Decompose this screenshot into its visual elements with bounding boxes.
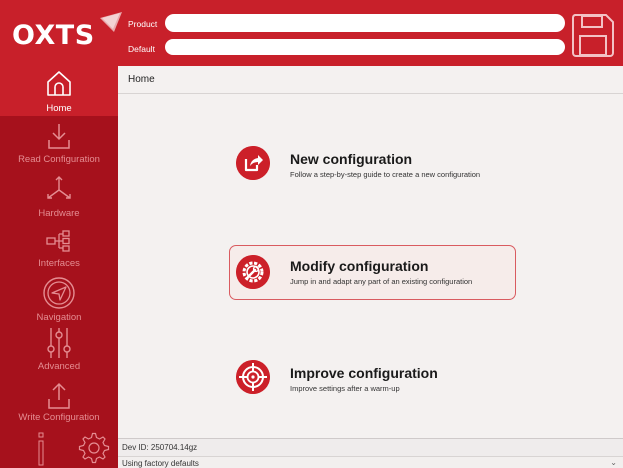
sidebar-item-label: Read Configuration — [18, 154, 100, 165]
modify-configuration-option[interactable]: Modify configuration Jump in and adapt a… — [229, 245, 516, 300]
home-icon — [47, 71, 71, 96]
sidebar-item-read-configuration[interactable]: Read Configuration — [0, 118, 118, 168]
default-input[interactable] — [165, 39, 565, 55]
sliders-icon — [47, 328, 71, 358]
defaults-dropdown[interactable]: Using factory defaults ⌄ — [118, 456, 623, 468]
oxts-logo: OXTS — [12, 12, 122, 54]
option-description: Improve settings after a warm-up — [290, 384, 400, 393]
product-input[interactable] — [165, 14, 565, 32]
option-title: New configuration — [290, 151, 413, 167]
product-label: Product — [128, 19, 158, 29]
sidebar-item-label: Write Configuration — [18, 412, 100, 423]
download-icon — [48, 124, 70, 149]
sidebar-item-label: Advanced — [37, 361, 81, 372]
option-description: Jump in and adapt any part of an existin… — [290, 277, 473, 286]
sidebar-item-hardware[interactable]: Hardware — [0, 170, 118, 220]
chevron-down-icon: ⌄ — [610, 458, 617, 467]
sidebar-item-advanced[interactable]: Advanced — [0, 326, 118, 376]
option-description: Follow a step-by-step guide to create a … — [290, 170, 481, 179]
sidebar-item-label: Navigation — [36, 312, 82, 323]
logo-triangle-icon — [100, 12, 122, 32]
compass-icon — [43, 277, 75, 309]
logo-text: OXTS — [12, 20, 95, 51]
sidebar-item-interfaces[interactable]: Interfaces — [0, 222, 118, 272]
save-icon[interactable] — [570, 12, 616, 58]
upload-icon — [48, 382, 70, 409]
new-config-icon — [236, 146, 270, 180]
main-panel: New configuration Follow a step-by-step … — [118, 95, 623, 438]
target-icon — [236, 360, 270, 394]
sidebar-item-navigation[interactable]: Navigation — [0, 274, 118, 324]
gear-wrench-icon — [236, 255, 270, 289]
device-id: Dev ID: 250704.14gz — [122, 443, 198, 452]
status-bar: Dev ID: 250704.14gz Using factory defaul… — [118, 438, 623, 468]
option-title: Modify configuration — [290, 258, 429, 274]
sidebar-item-label: Interfaces — [38, 258, 80, 269]
sidebar-item-label: Home — [46, 103, 72, 114]
app-header: OXTS Product Default — [0, 0, 623, 66]
improve-configuration-option[interactable]: Improve configuration Improve settings a… — [230, 355, 520, 399]
info-icon[interactable] — [36, 432, 46, 466]
sidebar-item-label: Hardware — [38, 208, 80, 219]
axes-icon — [47, 176, 71, 199]
option-title: Improve configuration — [290, 365, 438, 381]
new-configuration-option[interactable]: New configuration Follow a step-by-step … — [230, 141, 520, 185]
connector-icon — [46, 230, 70, 252]
defaults-text: Using factory defaults — [122, 459, 199, 468]
gear-icon[interactable] — [78, 432, 110, 464]
breadcrumb: Home — [118, 66, 623, 94]
sidebar-item-write-configuration[interactable]: Write Configuration — [0, 378, 118, 428]
sidebar: Home Read Configuration Hardware Interfa… — [0, 66, 118, 468]
default-label: Default — [128, 44, 155, 54]
sidebar-item-home[interactable]: Home — [0, 66, 118, 116]
breadcrumb-home: Home — [128, 74, 155, 85]
